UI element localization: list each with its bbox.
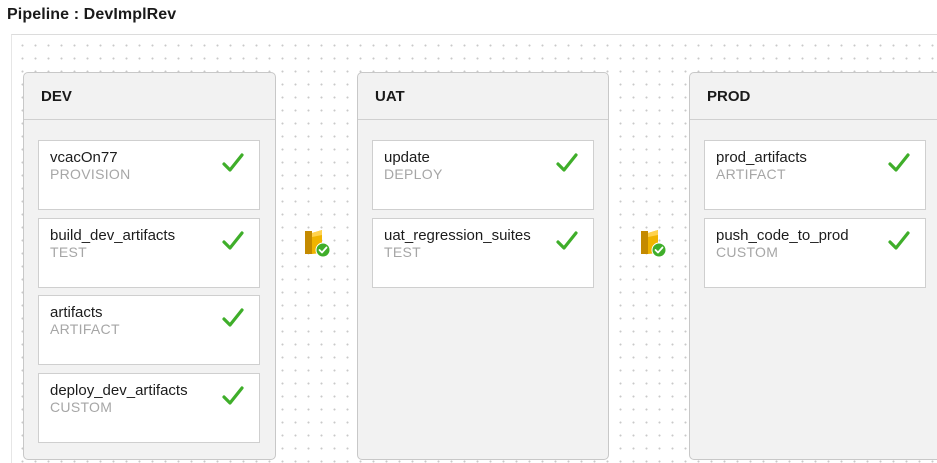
task-card[interactable]: artifacts ARTIFACT <box>38 295 260 365</box>
stage-prod[interactable]: PROD prod_artifacts ARTIFACT push_code_t… <box>689 72 937 460</box>
check-icon <box>222 153 244 172</box>
task-card[interactable]: build_dev_artifacts TEST <box>38 218 260 288</box>
check-icon <box>888 153 910 172</box>
task-name: prod_artifacts <box>716 149 807 166</box>
task-card[interactable]: push_code_to_prod CUSTOM <box>704 218 926 288</box>
gate-approved-icon[interactable] <box>639 229 667 259</box>
task-name: uat_regression_suites <box>384 227 531 244</box>
task-type: TEST <box>50 244 87 260</box>
stage-dev[interactable]: DEV vcacOn77 PROVISION build_dev_artifac… <box>23 72 276 460</box>
task-card[interactable]: vcacOn77 PROVISION <box>38 140 260 210</box>
task-card[interactable]: uat_regression_suites TEST <box>372 218 594 288</box>
stage-title: PROD <box>690 73 937 120</box>
stage-title: DEV <box>24 73 275 120</box>
task-type: CUSTOM <box>50 399 113 415</box>
task-name: update <box>384 149 430 166</box>
stage-uat[interactable]: UAT update DEPLOY uat_regression_suites … <box>357 72 609 460</box>
check-icon <box>222 231 244 250</box>
task-name: push_code_to_prod <box>716 227 849 244</box>
check-icon <box>556 231 578 250</box>
stage-title: UAT <box>358 73 608 120</box>
task-name: build_dev_artifacts <box>50 227 176 244</box>
check-icon <box>222 308 244 327</box>
task-type: PROVISION <box>50 166 131 182</box>
task-type: ARTIFACT <box>50 321 120 337</box>
check-icon <box>888 231 910 250</box>
task-type: ARTIFACT <box>716 166 786 182</box>
check-icon <box>222 386 244 405</box>
task-card[interactable]: update DEPLOY <box>372 140 594 210</box>
task-card[interactable]: deploy_dev_artifacts CUSTOM <box>38 373 260 443</box>
task-name: deploy_dev_artifacts <box>50 382 188 399</box>
task-name: artifacts <box>50 304 103 321</box>
task-name: vcacOn77 <box>50 149 118 166</box>
page-title: Pipeline : DevImplRev <box>7 6 177 23</box>
task-card[interactable]: prod_artifacts ARTIFACT <box>704 140 926 210</box>
task-type: CUSTOM <box>716 244 779 260</box>
check-icon <box>556 153 578 172</box>
task-type: TEST <box>384 244 421 260</box>
task-type: DEPLOY <box>384 166 443 182</box>
gate-approved-icon[interactable] <box>303 229 331 259</box>
